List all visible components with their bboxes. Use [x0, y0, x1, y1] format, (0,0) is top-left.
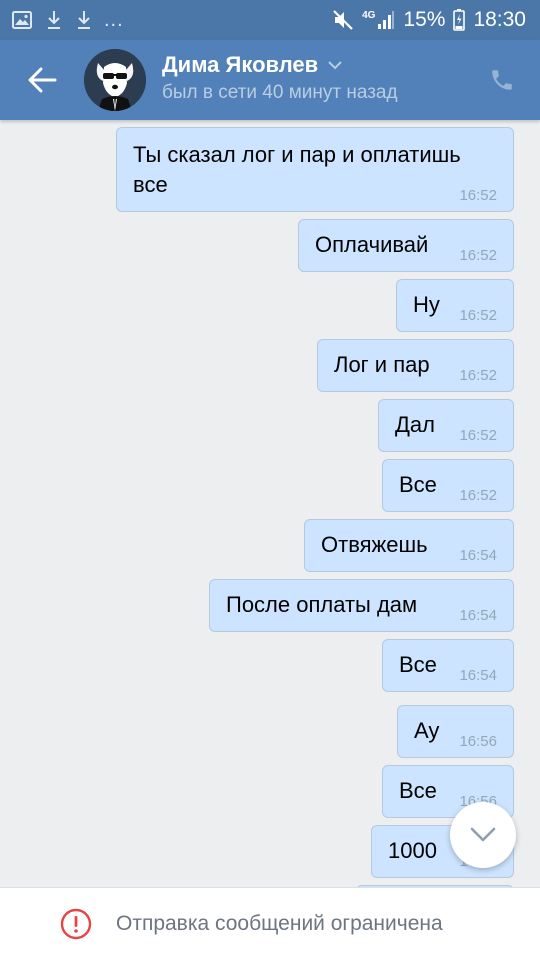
message-time: 16:54 — [459, 607, 497, 624]
message-time: 16:54 — [459, 667, 497, 684]
message-text: 1000 — [388, 838, 437, 863]
message-bubble[interactable]: Оплачивай 16:52 — [298, 219, 514, 272]
message-bubble[interactable]: Отвяжешь 16:54 — [304, 519, 514, 572]
message-text: Ну — [413, 292, 440, 317]
message-text: Лог и пар — [334, 352, 430, 377]
phone-icon — [492, 70, 512, 90]
message-time: 16:52 — [459, 247, 497, 264]
message-time: 16:52 — [459, 487, 497, 504]
message-list[interactable]: Ты сказал лог и пар и оплатишь все 16:52… — [0, 120, 540, 887]
signal-icon — [377, 10, 395, 30]
message-bubble[interactable]: Лог и пар 16:52 — [317, 339, 514, 392]
message-text: Отвяжешь — [321, 532, 428, 557]
message-bubble[interactable]: Ну 16:52 — [396, 279, 514, 332]
battery-percent: 15% — [403, 8, 446, 31]
arrow-left-icon — [28, 67, 57, 93]
dog-with-sunglasses-icon — [84, 49, 146, 111]
message-time: 16:56 — [459, 733, 497, 750]
message-time: 16:52 — [459, 187, 497, 204]
message-text: Ау — [414, 718, 440, 743]
restriction-message: Отправка сообщений ограничена — [116, 912, 443, 935]
contact-name-row[interactable]: Дима Яковлев — [162, 52, 342, 78]
download-icon — [76, 10, 92, 30]
message-text: Дал — [395, 412, 435, 437]
message-time: 16:52 — [459, 427, 497, 444]
message-bubble[interactable]: Все 16:52 — [382, 459, 514, 512]
message-text: Оплачивай — [315, 232, 429, 257]
chevron-down-icon — [328, 60, 342, 69]
contact-name: Дима Яковлев — [162, 52, 319, 77]
chevron-down-icon — [470, 827, 496, 842]
message-time: 16:52 — [459, 367, 497, 384]
messaging-restricted-bar: Отправка сообщений ограничена — [0, 887, 540, 960]
scroll-down-button[interactable] — [450, 802, 516, 868]
message-bubble[interactable]: Ты сказал лог и пар и оплатишь все 16:52 — [116, 127, 514, 212]
status-bar-notifications: ... — [12, 8, 124, 32]
chat-header: Дима Яковлев был в сети 40 минут назад — [0, 40, 540, 120]
download-icon — [46, 10, 62, 30]
message-text: Все — [399, 652, 437, 677]
message-time: 16:52 — [459, 307, 497, 324]
avatar[interactable] — [84, 49, 146, 111]
message-bubble[interactable]: Дал 16:52 — [378, 399, 514, 452]
message-bubble[interactable]: Все 16:54 — [382, 639, 514, 692]
more-notifications: ... — [104, 9, 124, 31]
message-text: Все — [399, 778, 437, 803]
message-bubble[interactable]: Ау 16:56 — [397, 705, 514, 758]
status-bar: ... 4G 15% 18:30 — [0, 0, 540, 40]
message-text: После оплаты дам — [226, 592, 418, 617]
contact-last-seen: был в сети 40 минут назад — [162, 82, 398, 103]
clock: 18:30 — [473, 8, 526, 31]
network-type: 4G — [362, 10, 376, 21]
message-text: Ты сказал лог и пар и оплатишь все — [133, 142, 461, 197]
message-bubble[interactable]: После оплаты дам 16:54 — [209, 579, 514, 632]
call-button[interactable] — [486, 64, 518, 96]
status-bar-system: 4G 15% 18:30 — [332, 6, 526, 34]
alert-circle-icon — [60, 908, 92, 940]
image-icon — [12, 11, 32, 29]
mute-icon — [332, 9, 354, 31]
back-button[interactable] — [22, 60, 62, 100]
message-text: Все — [399, 472, 437, 497]
battery-icon — [453, 9, 466, 31]
message-time: 16:54 — [459, 547, 497, 564]
